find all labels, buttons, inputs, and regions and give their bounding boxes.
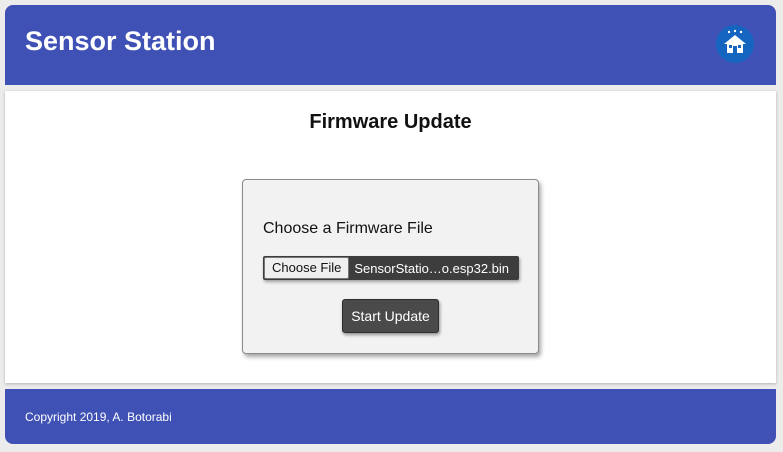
copyright-text: Copyright 2019, A. Botorabi xyxy=(25,410,172,424)
firmware-file-label: Choose a Firmware File xyxy=(263,220,433,237)
start-update-button[interactable]: Start Update xyxy=(342,299,439,333)
firmware-file-input[interactable]: Choose File SensorStatio…o.esp32.bin xyxy=(263,256,519,280)
app-title: Sensor Station xyxy=(25,26,216,56)
header-bar: Sensor Station xyxy=(5,5,776,85)
page-title: Firmware Update xyxy=(309,111,472,133)
choose-file-button[interactable]: Choose File xyxy=(264,257,350,279)
firmware-upload-form: Choose a Firmware File Choose File Senso… xyxy=(242,179,539,354)
home-button[interactable] xyxy=(716,25,754,63)
home-icon xyxy=(722,29,748,60)
main-content: Firmware Update Choose a Firmware File C… xyxy=(5,91,776,383)
footer-bar: Copyright 2019, A. Botorabi xyxy=(5,389,776,444)
selected-file-name: SensorStatio…o.esp32.bin xyxy=(354,260,510,276)
